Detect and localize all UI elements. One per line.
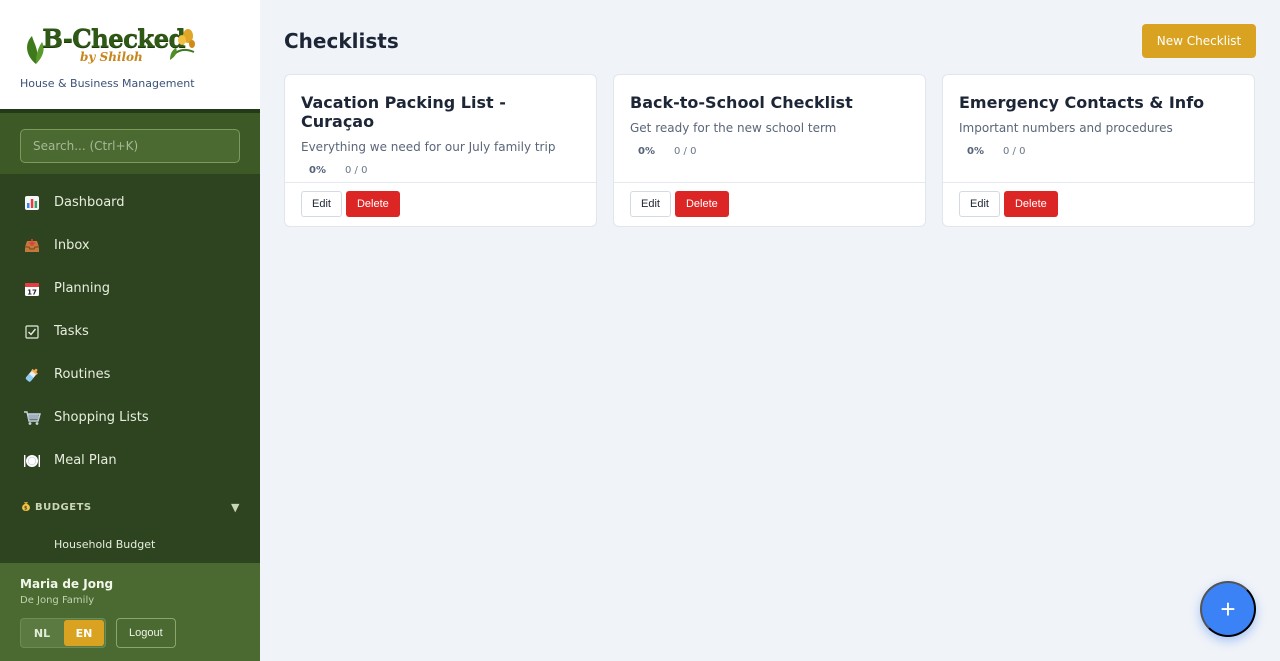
card-stats: 0% 0 / 0: [630, 146, 909, 157]
sidebar-item-label: Routines: [54, 367, 111, 382]
search-input[interactable]: [20, 129, 240, 163]
sidebar-item-tasks[interactable]: Tasks: [0, 310, 260, 353]
card-title: Vacation Packing List - Curaçao: [301, 93, 506, 131]
user-name: Maria de Jong: [20, 577, 114, 591]
checkbox-icon: [22, 322, 42, 342]
card-actions: Edit Delete: [614, 183, 925, 225]
user-panel: Maria de Jong De Jong Family NL EN Logou…: [0, 563, 260, 661]
card-count: 0 / 0: [674, 146, 697, 157]
sidebar-item-dashboard[interactable]: Dashboard: [0, 181, 260, 224]
card-title: Emergency Contacts & Info: [959, 93, 1205, 112]
checklist-card[interactable]: Vacation Packing List - Curaçao Everythi…: [284, 74, 597, 227]
brand-tagline: House & Business Management: [20, 77, 195, 90]
language-switcher: NL EN: [20, 618, 106, 648]
budgets-section-toggle[interactable]: $ BUDGETS ▼: [0, 482, 260, 532]
card-count: 0 / 0: [345, 165, 368, 176]
flower-icon: [170, 29, 195, 60]
sidebar-item-household-budget[interactable]: Household Budget: [0, 532, 260, 557]
edit-button[interactable]: Edit: [630, 191, 671, 217]
sidebar-item-label: Planning: [54, 281, 110, 296]
checklist-card[interactable]: Emergency Contacts & Info Important numb…: [942, 74, 1255, 227]
baby-bottle-icon: [22, 365, 42, 385]
card-percent: 0%: [967, 146, 984, 157]
card-title: Back-to-School Checklist: [630, 93, 853, 112]
sidebar-item-inbox[interactable]: Inbox: [0, 224, 260, 267]
checklist-card[interactable]: Back-to-School Checklist Get ready for t…: [613, 74, 926, 227]
card-stats: 0% 0 / 0: [959, 146, 1238, 157]
sidebar-item-label: Meal Plan: [54, 453, 117, 468]
edit-button[interactable]: Edit: [959, 191, 1000, 217]
brand-header: B-Checked by Shiloh House & Business Man…: [0, 0, 260, 113]
card-count: 0 / 0: [1003, 146, 1026, 157]
card-body: Back-to-School Checklist Get ready for t…: [614, 75, 925, 183]
sidebar-item-label: Inbox: [54, 238, 90, 253]
user-actions: NL EN Logout: [20, 618, 240, 648]
edit-button[interactable]: Edit: [301, 191, 342, 217]
checklist-grid: Vacation Packing List - Curaçao Everythi…: [284, 74, 1256, 227]
sidebar-item-label: Shopping Lists: [54, 410, 149, 425]
inbox-tray-icon: [22, 236, 42, 256]
add-fab-button[interactable]: +: [1200, 581, 1256, 637]
logout-button[interactable]: Logout: [116, 618, 176, 648]
logo-wordmark: B-Checked: [42, 24, 186, 53]
caret-down-icon: ▼: [231, 500, 240, 514]
money-bag-icon: $: [20, 500, 32, 515]
lang-en-button[interactable]: EN: [64, 620, 104, 646]
sidebar-item-label: Tasks: [54, 324, 89, 339]
sidebar-item-routines[interactable]: Routines: [0, 353, 260, 396]
card-description: Important numbers and procedures: [959, 121, 1173, 135]
bar-chart-icon: [22, 193, 42, 213]
budgets-section-label: BUDGETS: [35, 501, 92, 513]
logo[interactable]: B-Checked by Shiloh: [20, 24, 240, 68]
card-description: Get ready for the new school term: [630, 121, 837, 135]
card-percent: 0%: [638, 146, 655, 157]
card-actions: Edit Delete: [285, 183, 596, 225]
calendar-icon: 17: [22, 279, 42, 299]
sidebar: B-Checked by Shiloh House & Business Man…: [0, 0, 260, 661]
new-checklist-button[interactable]: New Checklist: [1142, 24, 1256, 58]
user-family: De Jong Family: [20, 595, 95, 606]
sidebar-item-label: Household Budget: [54, 538, 156, 551]
search-wrapper: [0, 113, 260, 174]
lang-nl-button[interactable]: NL: [21, 619, 63, 647]
sidebar-item-meal-plan[interactable]: Meal Plan: [0, 439, 260, 482]
svg-text:17: 17: [27, 288, 37, 296]
sidebar-item-shopping-lists[interactable]: Shopping Lists: [0, 396, 260, 439]
delete-button[interactable]: Delete: [674, 191, 729, 217]
shopping-cart-icon: [22, 408, 42, 428]
card-body: Emergency Contacts & Info Important numb…: [943, 75, 1254, 183]
page-header: Checklists New Checklist: [284, 24, 1256, 58]
sidebar-item-label: Dashboard: [54, 195, 125, 210]
card-description: Everything we need for our July family t…: [301, 140, 556, 154]
card-stats: 0% 0 / 0: [301, 165, 580, 176]
svg-text:$: $: [24, 505, 28, 511]
card-percent: 0%: [309, 165, 326, 176]
sidebar-item-planning[interactable]: 17 Planning: [0, 267, 260, 310]
card-body: Vacation Packing List - Curaçao Everythi…: [285, 75, 596, 183]
card-actions: Edit Delete: [943, 183, 1254, 225]
plate-cutlery-icon: [22, 451, 42, 471]
logo-subtitle: by Shiloh: [80, 50, 143, 64]
delete-button[interactable]: Delete: [345, 191, 400, 217]
delete-button[interactable]: Delete: [1003, 191, 1058, 217]
main-content: Checklists New Checklist Vacation Packin…: [260, 0, 1280, 661]
page-title: Checklists: [284, 29, 399, 53]
